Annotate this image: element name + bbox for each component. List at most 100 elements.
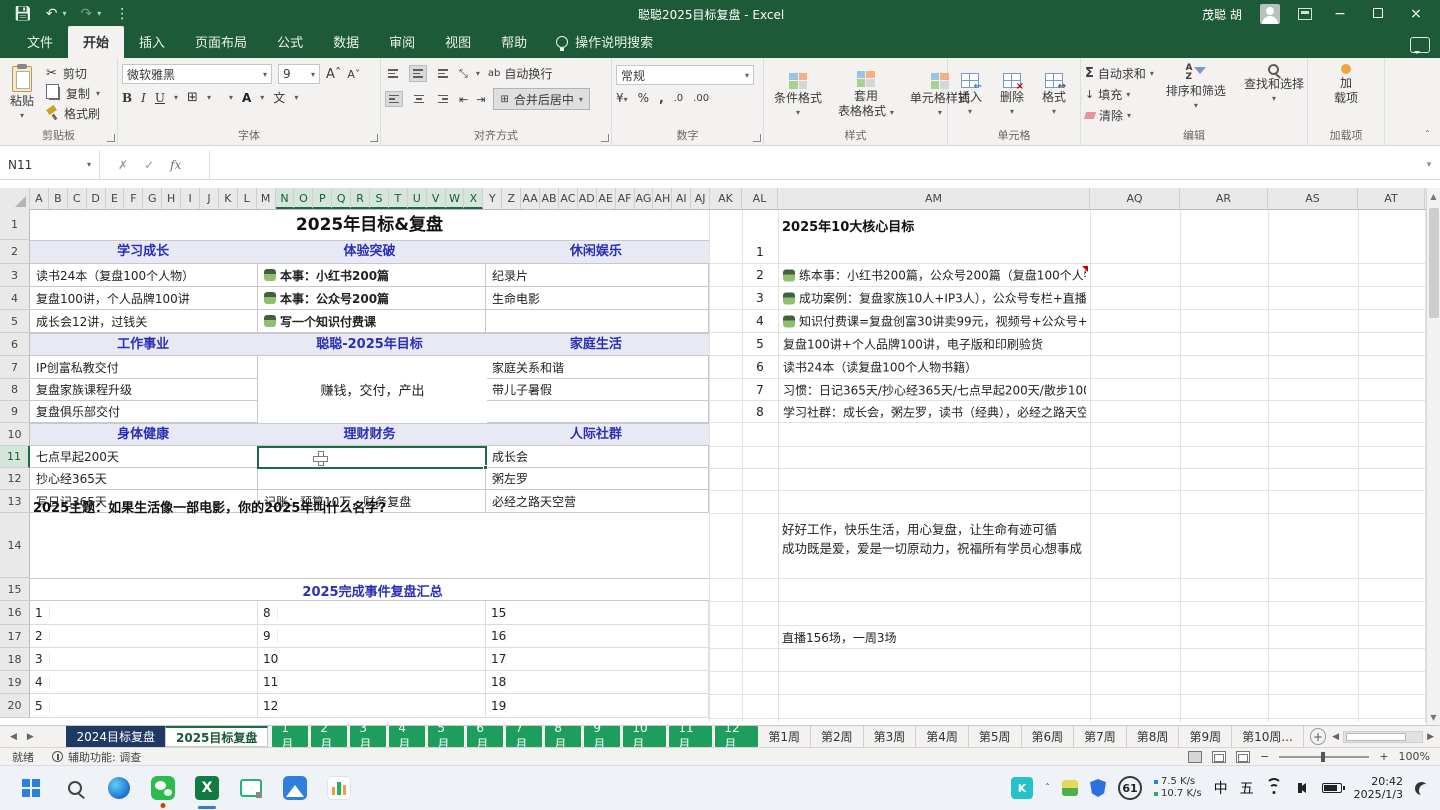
category-header[interactable]: 聪聪-2025年目标 [256, 334, 482, 355]
increase-decimal-icon[interactable]: .0 [674, 93, 684, 104]
cell[interactable]: 复盘家族课程升级 [30, 379, 258, 400]
sheet-tab-month[interactable]: 6月 [467, 726, 503, 747]
percent-icon[interactable]: % [638, 91, 649, 105]
horizontal-scrollbar[interactable]: ◀ ▶ [1332, 726, 1440, 747]
normal-view-icon[interactable] [1188, 751, 1202, 763]
column-header[interactable]: P [313, 188, 332, 209]
bold-button[interactable]: B [122, 91, 132, 105]
column-header[interactable]: AH [653, 188, 672, 209]
column-header[interactable]: AD [578, 188, 597, 209]
sheet-tab-week[interactable]: 第7周 [1074, 726, 1127, 747]
alignment-dialog-launcher[interactable] [601, 134, 609, 142]
currency-icon[interactable]: ¥▾ [616, 91, 628, 105]
zoom-slider[interactable] [1279, 756, 1369, 758]
battery-icon[interactable] [1322, 783, 1342, 793]
column-header[interactable]: E [106, 188, 125, 209]
numbered-cell[interactable]: 15 [486, 601, 709, 624]
vertical-scrollbar[interactable]: ▲ ▼ [1426, 188, 1440, 725]
sheet-tab-month[interactable]: 11月 [669, 726, 712, 747]
cell[interactable]: 复盘100讲，个人品牌100讲 [30, 287, 258, 309]
numbered-cell[interactable]: 11 [258, 671, 486, 693]
copy-button[interactable]: 复制 ▾ [46, 85, 100, 102]
column-header[interactable]: Z [502, 188, 521, 209]
column-header[interactable]: N [276, 188, 295, 209]
zoom-slider-thumb[interactable] [1321, 752, 1325, 762]
cut-button[interactable]: ✂剪切 [46, 65, 100, 82]
minimize-button[interactable]: − [1330, 6, 1350, 22]
decrease-indent-icon[interactable]: ⇤ [459, 93, 468, 106]
security-shield-icon[interactable] [1090, 779, 1106, 797]
accessibility-status[interactable]: 辅助功能: 调查 [52, 749, 141, 765]
numbered-cell[interactable]: 3 [30, 648, 258, 670]
cell[interactable]: 纪录片 [486, 264, 709, 286]
font-color-button[interactable]: A [242, 91, 251, 105]
core-goal-row[interactable]: 3 成功案例：复盘家族10人+IP3人），公众号专栏+直播访谈 [709, 287, 1426, 310]
comments-icon[interactable] [1410, 37, 1430, 53]
number-format-combo[interactable]: 常规▾ [616, 65, 754, 85]
category-header[interactable]: 身体健康 [30, 424, 256, 445]
borders-icon[interactable]: ⊞ [187, 91, 198, 104]
core-goal-row[interactable]: 6 读书24本（读复盘100个人物书籍） [709, 356, 1426, 379]
scroll-up-icon[interactable]: ▲ [1427, 188, 1440, 204]
hscroll-left-icon[interactable]: ◀ [1332, 732, 1339, 742]
volume-icon[interactable] [1294, 783, 1306, 793]
category-header[interactable]: 体验突破 [256, 241, 482, 263]
column-header[interactable]: A [30, 188, 49, 209]
core-goal-row[interactable]: 7 习惯：日记365天/抄心经365天/七点早起200天/散步100天 [709, 379, 1426, 401]
core-goal-row[interactable]: 1 [709, 240, 1426, 264]
ribbon-tab[interactable]: 公式 [262, 26, 318, 58]
column-header[interactable]: S [370, 188, 389, 209]
phonetic-button[interactable]: 文 [273, 89, 285, 106]
user-name[interactable]: 茂聪 胡 [1202, 6, 1242, 23]
column-header[interactable]: AA [521, 188, 540, 209]
column-header[interactable]: Q [332, 188, 351, 209]
numbered-cell[interactable]: 1 [30, 601, 258, 624]
cell[interactable]: 成长会12讲，过钱关 [30, 310, 258, 332]
cell[interactable]: 写一个知识付费课 [258, 310, 486, 332]
column-header[interactable]: AT [1358, 188, 1425, 209]
sheet-tab-week[interactable]: 第9周 [1179, 726, 1232, 747]
hscroll-thumb[interactable] [1346, 733, 1406, 741]
sheet-tab-month[interactable]: 8月 [545, 726, 581, 747]
cell[interactable]: 复盘俱乐部交付 [30, 401, 258, 422]
core-goal-row[interactable]: 8 学习社群：成长会，粥左罗，读书（经典），必经之路天空营 [709, 401, 1426, 423]
close-button[interactable]: × [1406, 6, 1426, 22]
numbered-cell[interactable]: 16 [486, 625, 709, 647]
column-header[interactable]: J [200, 188, 219, 209]
numbered-cell[interactable]: 9 [258, 625, 486, 647]
sheet-tab-month[interactable]: 4月 [389, 726, 425, 747]
ribbon-tab[interactable]: 数据 [318, 26, 374, 58]
format-painter-button[interactable]: 格式刷 [46, 105, 100, 122]
clipboard-dialog-launcher[interactable] [107, 134, 115, 142]
focus-moon-icon[interactable] [1415, 782, 1428, 795]
column-header[interactable]: V [427, 188, 446, 209]
font-dialog-launcher[interactable] [370, 134, 378, 142]
wechat-app[interactable] [148, 773, 178, 803]
sheet-tab-month[interactable]: 9月 [584, 726, 620, 747]
cancel-entry-icon[interactable]: ✗ [118, 158, 128, 172]
category-header[interactable]: 理财财务 [256, 424, 482, 445]
numbered-cell[interactable]: 8 [258, 601, 486, 624]
sheet-tab-month[interactable]: 3月 [350, 726, 386, 747]
column-header[interactable]: AG [635, 188, 654, 209]
cell[interactable]: 七点早起200天 [30, 446, 258, 467]
ribbon-tab[interactable]: 文件 [12, 26, 68, 58]
column-header[interactable]: W [446, 188, 465, 209]
excel-app-active[interactable]: X [192, 773, 222, 803]
sheet-tab-month[interactable]: 10月 [623, 726, 666, 747]
hscroll-right-icon[interactable]: ▶ [1427, 732, 1434, 742]
ribbon-tab[interactable]: 审阅 [374, 26, 430, 58]
column-header[interactable]: Y [483, 188, 502, 209]
format-as-table-button[interactable]: 套用表格格式 ▾ [832, 62, 900, 127]
new-sheet-icon[interactable]: + [1310, 728, 1326, 745]
column-header[interactable]: AQ [1090, 188, 1180, 209]
save-icon[interactable]: 💾︎ [14, 7, 32, 21]
live-note[interactable]: 直播156场，一周3场 [782, 629, 897, 646]
conditional-formatting-button[interactable]: 条件格式▾ [768, 62, 828, 127]
cell[interactable]: 生命电影 [486, 287, 709, 309]
edge-app[interactable] [104, 773, 134, 803]
zoom-in-icon[interactable]: + [1379, 750, 1388, 763]
category-header[interactable]: 学习成长 [30, 241, 256, 263]
sheet-tab-2024[interactable]: 2024目标复盘 [66, 726, 165, 747]
column-header[interactable]: C [68, 188, 87, 209]
